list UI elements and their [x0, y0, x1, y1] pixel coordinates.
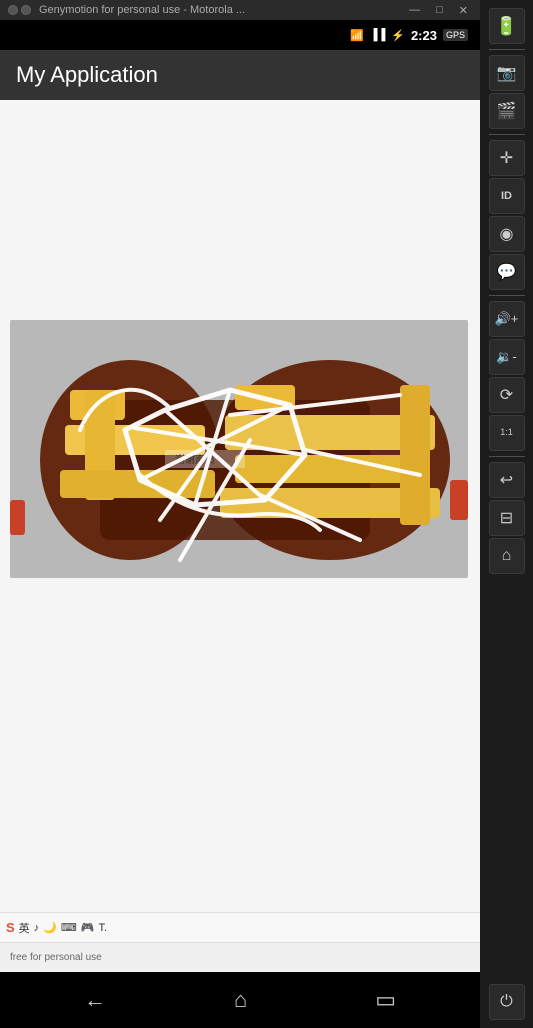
ime-bar: S 英 ♪ 🌙 ⌨ 🎮 T.: [0, 912, 480, 942]
panel-home-icon: ⌂: [502, 547, 512, 565]
nfc-button[interactable]: ◉: [489, 216, 525, 252]
volume-down-icon: 🔉-: [496, 349, 517, 365]
title-bar-buttons: — □ ✕: [405, 4, 472, 17]
phone-area: 📶 ▐▐ ⚡ 2:23 GPS My Application: [0, 20, 480, 1028]
back-button[interactable]: ←: [84, 987, 106, 1013]
camera-icon: 📷: [497, 63, 517, 83]
main-content: 谢谢声员: [0, 100, 480, 1028]
panel-home-button[interactable]: ⌂: [489, 538, 525, 574]
panel-recents-icon: ⊟: [500, 508, 513, 528]
volume-up-icon: 🔊+: [495, 311, 519, 327]
app-title: My Application: [16, 62, 158, 88]
free-text: free for personal use: [10, 952, 102, 963]
panel-back-button[interactable]: ↩: [489, 462, 525, 498]
rotate-button[interactable]: ⟳: [489, 377, 525, 413]
separator-4: [489, 456, 525, 457]
status-time: 2:23: [411, 28, 437, 43]
bottom-bar: free for personal use: [0, 942, 480, 972]
ime-s: S: [6, 920, 15, 935]
power-button[interactable]: ⏻: [489, 984, 525, 1020]
ime-t: T.: [98, 922, 107, 934]
nav-bar: ← ⌂ ▭: [0, 972, 480, 1028]
sms-button[interactable]: 💬: [489, 254, 525, 290]
minimize-button[interactable]: —: [405, 4, 424, 17]
battery-charging-icon: ⚡: [391, 29, 405, 42]
image-area: 谢谢声员: [10, 320, 468, 578]
right-panel: 🔋 📷 🎬 ✛ ID ◉ 💬 🔊+ 🔉- ⟳ 1:1 ↩ ⊟ ⌂ ⏻: [480, 0, 533, 1028]
ime-game: 🎮: [81, 921, 95, 934]
title-bar: Genymotion for personal use - Motorola .…: [0, 0, 480, 20]
dot-1: [8, 5, 18, 15]
scale-button[interactable]: 1:1: [489, 415, 525, 451]
panel-back-icon: ↩: [500, 470, 513, 490]
svg-text:谢谢声员: 谢谢声员: [175, 453, 215, 466]
rotate-icon: ⟳: [500, 385, 513, 405]
gps-label: GPS: [443, 29, 468, 41]
status-bar: 📶 ▐▐ ⚡ 2:23 GPS: [0, 20, 480, 50]
separator-3: [489, 295, 525, 296]
battery-icon: 🔋: [495, 16, 517, 37]
power-icon: ⏻: [500, 993, 513, 1011]
separator-1: [489, 49, 525, 50]
app-bar: My Application: [0, 50, 480, 100]
scale-icon: 1:1: [500, 428, 513, 438]
panel-recents-button[interactable]: ⊟: [489, 500, 525, 536]
id-icon: ID: [501, 190, 512, 202]
move-icon: ✛: [500, 148, 513, 168]
wifi-icon: 📶: [350, 29, 364, 42]
recents-button[interactable]: ▭: [375, 987, 396, 1013]
move-button[interactable]: ✛: [489, 140, 525, 176]
separator-2: [489, 134, 525, 135]
ime-music: ♪: [34, 922, 40, 934]
maximize-button[interactable]: □: [432, 4, 447, 17]
title-bar-dots: [8, 5, 31, 15]
nfc-icon: ◉: [500, 224, 514, 244]
home-button[interactable]: ⌂: [234, 987, 247, 1013]
dot-2: [21, 5, 31, 15]
ime-moon: 🌙: [43, 921, 57, 934]
volume-down-button[interactable]: 🔉-: [489, 339, 525, 375]
video-icon: 🎬: [497, 101, 517, 121]
signal-icon: ▐▐: [370, 29, 386, 41]
graphic-svg: 谢谢声员: [10, 320, 468, 578]
battery-button[interactable]: 🔋: [489, 8, 525, 44]
title-bar-text: Genymotion for personal use - Motorola .…: [39, 4, 245, 16]
video-button[interactable]: 🎬: [489, 93, 525, 129]
camera-button[interactable]: 📷: [489, 55, 525, 91]
sms-icon: 💬: [497, 262, 517, 282]
id-button[interactable]: ID: [489, 178, 525, 214]
ime-en: 英: [19, 920, 30, 936]
volume-up-button[interactable]: 🔊+: [489, 301, 525, 337]
ime-keyboard: ⌨: [61, 921, 77, 934]
close-button[interactable]: ✕: [455, 4, 472, 17]
